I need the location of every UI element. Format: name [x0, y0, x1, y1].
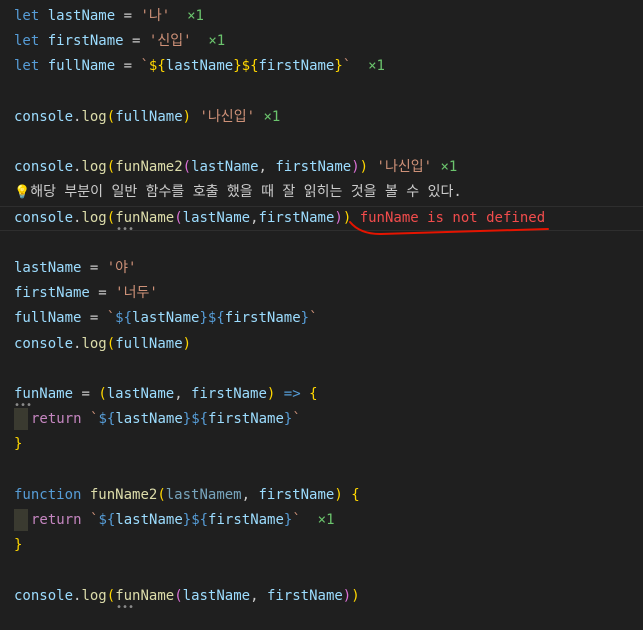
paren: ( — [98, 386, 107, 402]
brace: { — [309, 386, 318, 402]
interp-close: } — [182, 512, 192, 528]
brace: { — [351, 487, 360, 503]
variable: lastName — [132, 310, 200, 326]
interp-open: ${ — [98, 411, 116, 427]
paren: ( — [106, 588, 116, 604]
interp-close: } — [182, 411, 192, 427]
interp-close: } — [300, 310, 310, 326]
argument: fullName — [115, 336, 183, 352]
interp-open: ${ — [98, 512, 116, 528]
variable: firstName — [208, 512, 284, 528]
indent-guide — [14, 408, 28, 430]
code-line-14[interactable]: console.log(fullName) — [14, 332, 191, 357]
paren: ) — [351, 588, 360, 604]
object: console — [14, 336, 74, 352]
string-literal: '야' — [106, 260, 137, 276]
indent-guide — [14, 509, 28, 531]
variable: lastName — [14, 260, 82, 276]
string-literal: '너두' — [115, 285, 158, 301]
arrow: => — [275, 386, 310, 402]
template-tick: ` — [106, 310, 116, 326]
code-line-24[interactable]: console.log(funName(lastName, firstName)… — [14, 584, 360, 609]
paren: ) — [182, 336, 192, 352]
code-line-11[interactable]: lastName = '야' — [14, 256, 136, 281]
code-line-21[interactable]: return `${lastName}${firstName}` ×1 — [14, 508, 335, 533]
quokka-count: ×1 — [317, 512, 335, 528]
code-line-20[interactable]: function funName2(lastNamem, firstName) … — [14, 483, 360, 508]
code-line-17[interactable]: return `${lastName}${firstName}` — [14, 407, 301, 432]
variable: lastName — [115, 411, 183, 427]
function-name: log — [81, 336, 107, 352]
keyword: function — [14, 487, 82, 503]
argument: lastName — [182, 588, 251, 604]
ellipsis-hint-icon[interactable]: ••• — [116, 603, 134, 613]
parameter: lastName — [106, 386, 175, 402]
parameter: firstName — [258, 487, 335, 503]
code-line-12[interactable]: firstName = '너두' — [14, 281, 158, 306]
function-name: funName2 — [89, 487, 158, 503]
code-editor[interactable]: let lastName = '나' ×1 let firstName = '신… — [0, 0, 643, 630]
paren: ) — [334, 487, 343, 503]
code-line-18[interactable]: } — [14, 432, 22, 457]
operator: = — [81, 310, 107, 326]
paren: ( — [157, 487, 166, 503]
parameter: firstName — [191, 386, 267, 402]
variable: firstName — [14, 285, 90, 301]
interp-open: ${ — [191, 512, 209, 528]
brace: } — [14, 436, 23, 452]
function-name: log — [81, 588, 107, 604]
variable: firstName — [224, 310, 301, 326]
keyword: return — [31, 512, 82, 528]
argument: firstName — [266, 588, 343, 604]
interp-open: ${ — [191, 411, 209, 427]
operator: = — [81, 260, 107, 276]
interp-close: } — [199, 310, 208, 326]
code-line-22[interactable]: } — [14, 533, 22, 558]
parameter: lastNamem — [165, 487, 242, 503]
paren: ) — [342, 588, 352, 604]
interp-open: ${ — [207, 310, 225, 326]
code-line-16[interactable]: funName = (lastName, firstName) => { — [14, 382, 318, 407]
comma: , — [241, 487, 259, 503]
variable: lastName — [115, 512, 183, 528]
paren: ( — [174, 588, 183, 604]
interp-open: ${ — [115, 310, 133, 326]
template-tick: ` — [292, 411, 301, 427]
variable: fullName — [14, 310, 82, 326]
keyword: return — [31, 411, 82, 427]
template-tick: ` — [292, 512, 301, 528]
variable: firstName — [208, 411, 284, 427]
code-line-13[interactable]: fullName = `${lastName}${firstName}` — [14, 306, 318, 331]
operator: = — [73, 386, 99, 402]
comma: , — [174, 386, 192, 402]
comma: , — [250, 588, 267, 604]
paren: ( — [106, 336, 116, 352]
object: console — [14, 588, 74, 604]
operator: = — [89, 285, 116, 301]
brace: } — [14, 537, 23, 553]
template-tick: ` — [309, 310, 318, 326]
